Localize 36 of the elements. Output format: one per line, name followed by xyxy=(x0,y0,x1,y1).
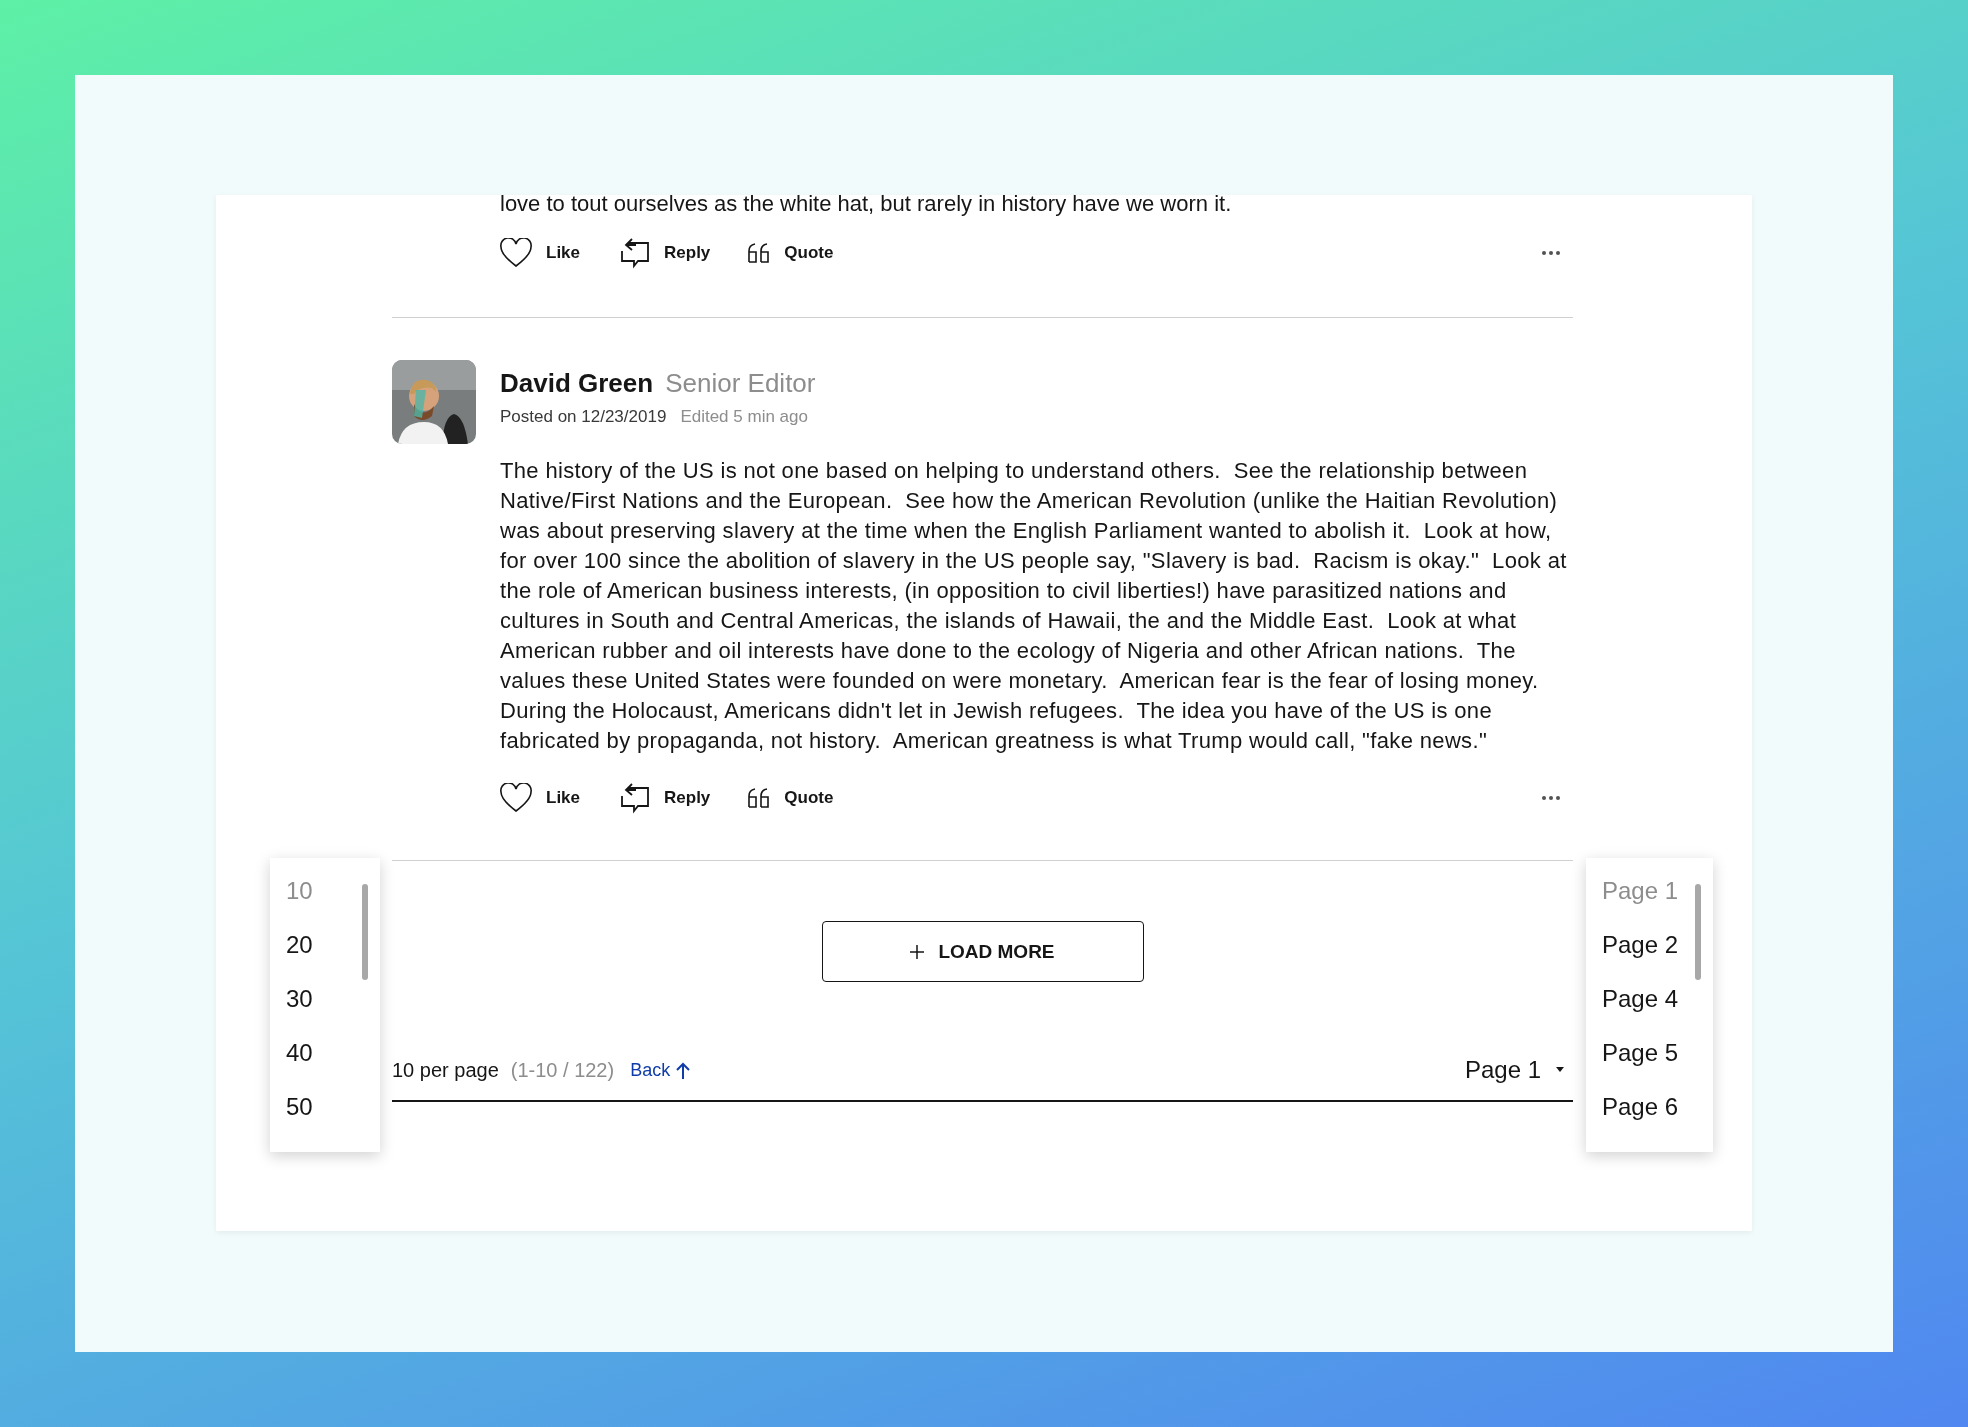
menu-item[interactable]: Page 5 xyxy=(1602,1038,1713,1092)
author-role: Senior Editor xyxy=(665,368,816,399)
caret-down-icon xyxy=(1555,1067,1565,1073)
arrow-up-icon xyxy=(676,1061,691,1079)
comment-text: love to tout ourselves as the white hat, but rarely in history have we worn it. xyxy=(500,195,1233,217)
like-button[interactable]: Like xyxy=(500,238,581,268)
reply-icon xyxy=(618,237,651,269)
plus-icon xyxy=(910,944,925,959)
edited-time: Edited 5 min ago xyxy=(680,407,808,427)
menu-item[interactable]: 30 xyxy=(286,984,380,1038)
reply-icon xyxy=(618,782,651,814)
menu-item[interactable]: 40 xyxy=(286,1038,380,1092)
load-more-button[interactable]: LOAD MORE xyxy=(821,921,1144,982)
menu-item[interactable]: 50 xyxy=(286,1092,380,1146)
more-options-icon[interactable] xyxy=(1541,250,1561,256)
menu-item[interactable]: 20 xyxy=(286,930,380,984)
back-link[interactable]: Back xyxy=(630,1059,691,1081)
page-select[interactable]: Page 1 xyxy=(1464,1056,1573,1084)
like-button[interactable]: Like xyxy=(500,783,581,813)
item-range: (1-10 / 122) xyxy=(510,1058,615,1082)
quote-button[interactable]: Quote xyxy=(748,788,834,808)
quote-button[interactable]: Quote xyxy=(748,243,834,263)
quote-icon xyxy=(748,788,771,808)
posted-date: Posted on 12/23/2019 xyxy=(500,407,667,427)
reply-button[interactable]: Reply xyxy=(618,237,711,269)
quote-icon xyxy=(748,243,771,263)
reply-button[interactable]: Reply xyxy=(618,782,711,814)
menu-item[interactable]: Page 6 xyxy=(1602,1092,1713,1146)
items-per-page: 10 per page xyxy=(392,1058,499,1082)
heart-icon xyxy=(500,783,532,813)
author-name: David Green xyxy=(500,368,654,399)
menu-item[interactable]: Page 2 xyxy=(1602,930,1713,984)
more-options-icon[interactable] xyxy=(1541,795,1561,801)
heart-icon xyxy=(500,238,532,268)
comment-text: The history of the US is not one based on helping to understand others. See the relationship between Native/First Nations and the European. See how the American Revolution (unlike the Haitian Revolution) was about preserving slavery at the time when the English Parliament wanted to abolish it. Look at how, for over 100 since the abolition of slavery in the US people say, "Slavery is bad. Racism is okay." Look at the role of American business interests, (in opposition to civil liberties!) have parasitized nations and cultures in South and Central Americas, the islands of Hawaii, the and the Middle East. Look at what American rubber and oil interests have done to the ecology of Nigeria and other African nations. The values these United States were founded on were monetary. American fear is the fear of losing money. During the Holocaust, Americans didn't let in Jewish refugees. The idea you have of the US is one fabricated by propaganda, not history. American greatness is what Trump would call, "fake news." xyxy=(500,457,1568,755)
menu-item[interactable]: Page 4 xyxy=(1602,984,1713,1038)
